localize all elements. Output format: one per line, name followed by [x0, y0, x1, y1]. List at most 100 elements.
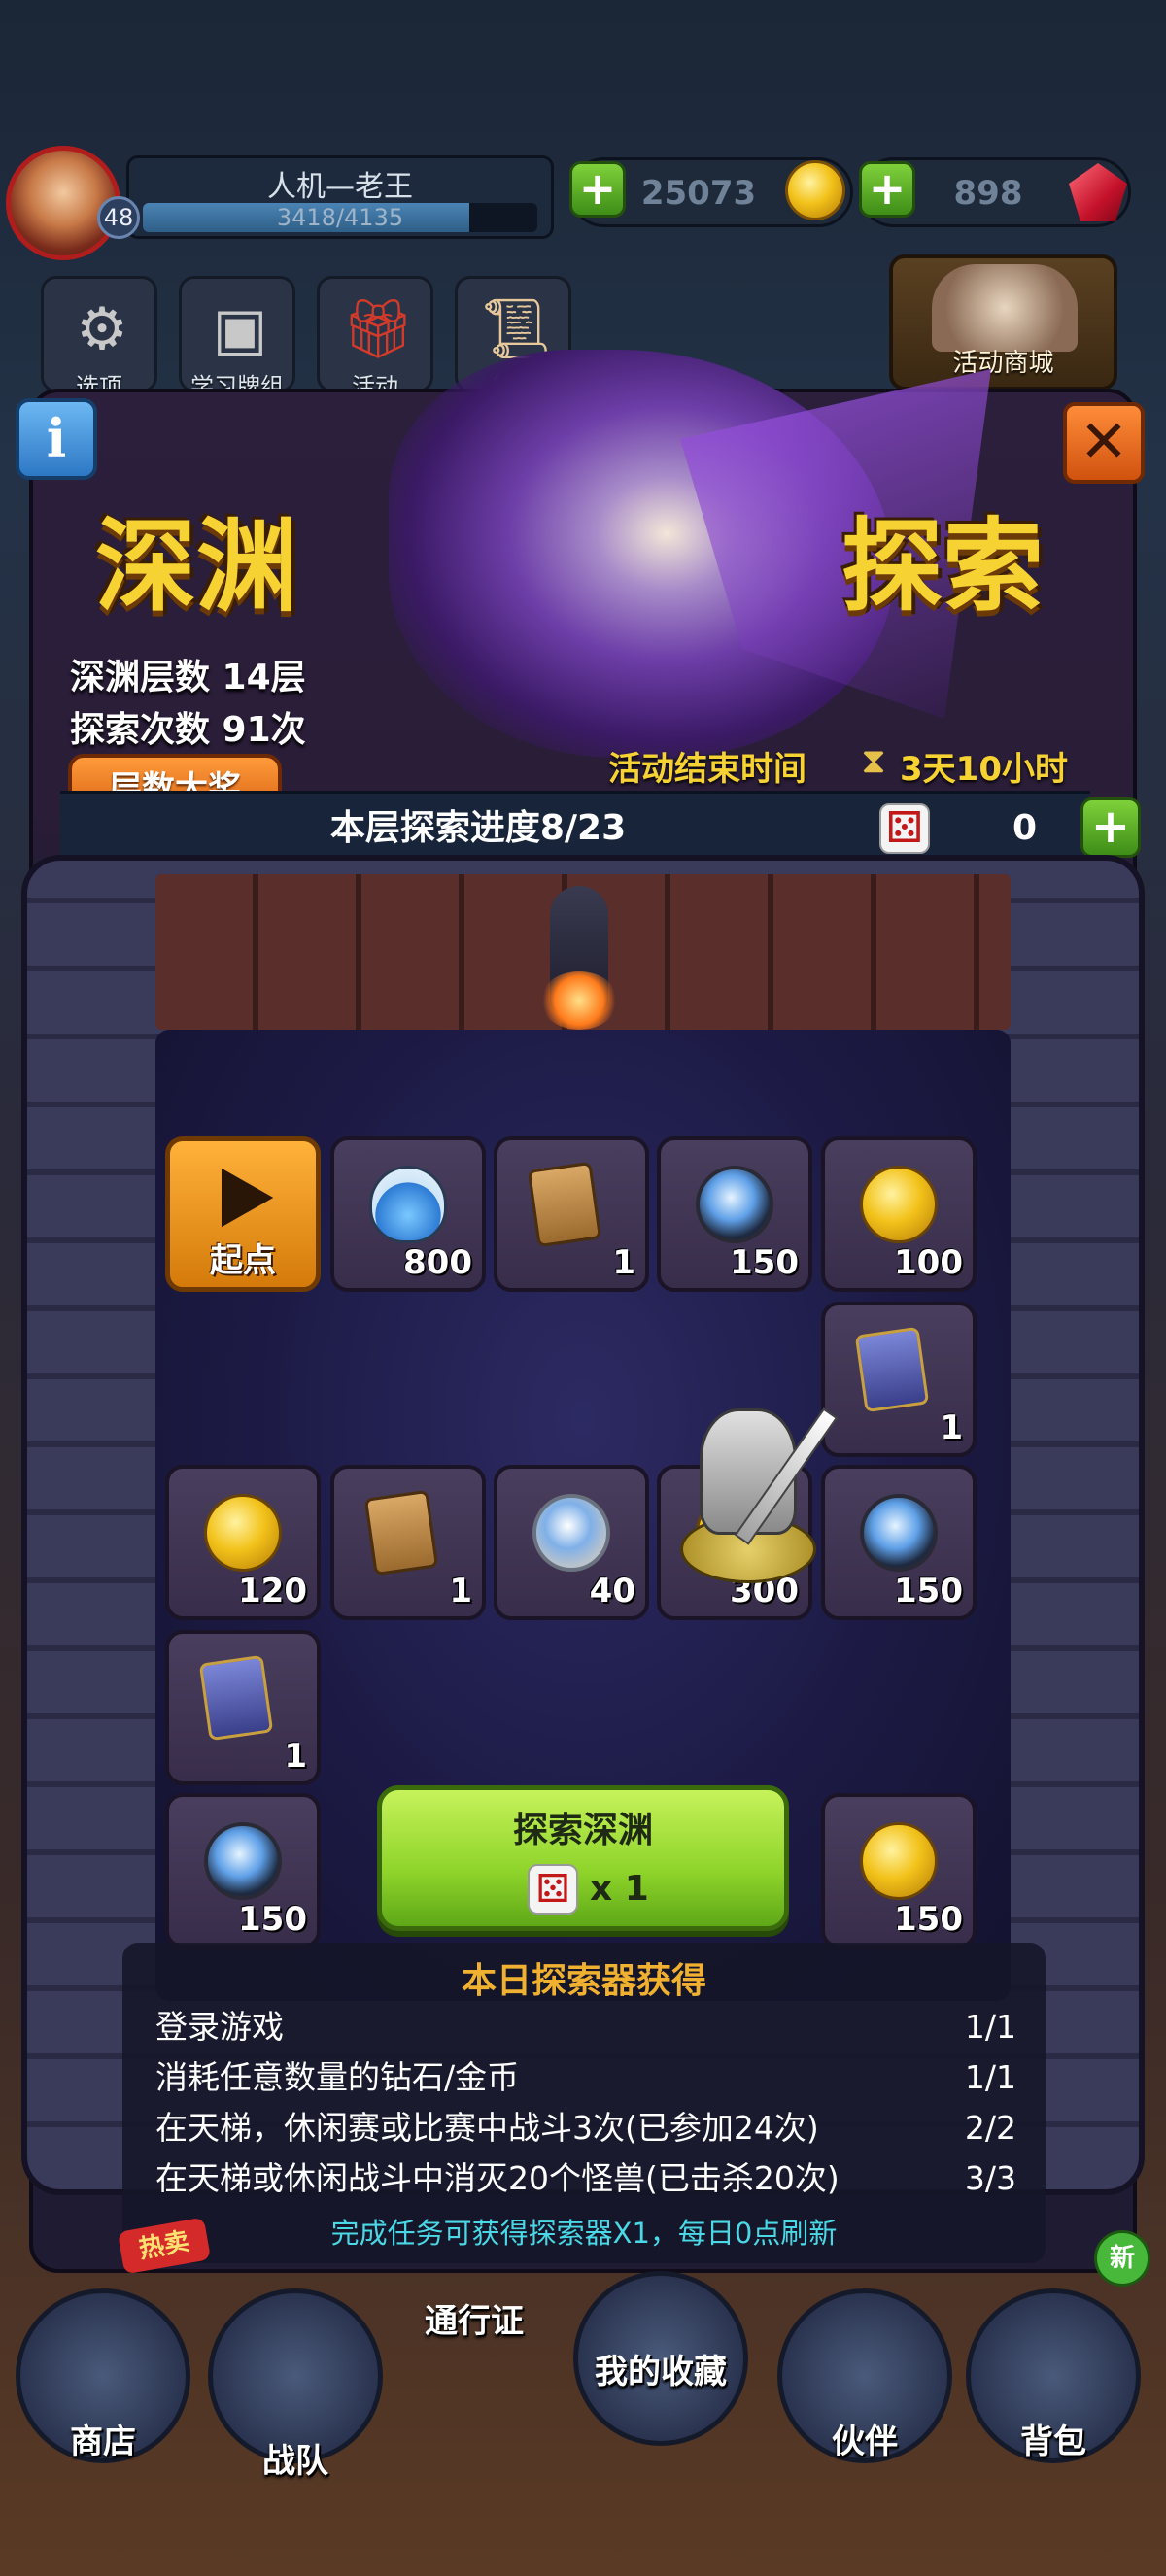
- floor-progress-bar: 本层探索进度8/23 ⚄ 0 +: [60, 791, 1141, 864]
- nav-backpack[interactable]: 背包: [956, 2269, 1150, 2463]
- board-tile: 150: [657, 1136, 812, 1292]
- task-row: 在天梯或休闲战斗中消灭20个怪兽(已击杀20次) 3/3: [155, 2154, 1016, 2203]
- nav-battle-pass[interactable]: 通行证: [377, 2234, 571, 2428]
- event-title-right: 探索: [841, 506, 1045, 626]
- dice-icon: ⚄: [528, 1864, 578, 1915]
- xp-text: 3418/4135: [276, 204, 404, 231]
- dice-count: 0: [1012, 808, 1038, 848]
- tile-quantity: 1: [612, 1243, 635, 1282]
- add-gold-button[interactable]: +: [569, 161, 626, 218]
- task-count: 2/2: [964, 2109, 1016, 2147]
- nav-battle-pass-label: 通行证: [425, 2302, 524, 2341]
- task-row: 在天梯，休闲赛或比赛中战斗3次(已参加24次) 2/2: [155, 2104, 1016, 2152]
- task-text: 在天梯，休闲赛或比赛中战斗3次(已参加24次): [155, 2109, 819, 2147]
- gem-value: 898: [953, 174, 1023, 213]
- explore-abyss-label: 探索深渊: [512, 1811, 653, 1850]
- card-pack-icon: [363, 1489, 439, 1576]
- board-tile: 1: [821, 1302, 977, 1457]
- nav-shop-label: 商店: [70, 2423, 136, 2461]
- tile-quantity: 1: [940, 1408, 963, 1447]
- hourglass-icon: ⧗: [861, 741, 886, 781]
- options-button[interactable]: ⚙ 选项: [41, 276, 157, 400]
- explore-abyss-button[interactable]: 探索深渊 ⚄ x 1: [377, 1785, 789, 1931]
- info-button[interactable]: i: [16, 398, 97, 480]
- board-tile: 120: [165, 1465, 321, 1620]
- gold-coin-icon: [860, 1166, 938, 1243]
- play-icon: [221, 1168, 274, 1228]
- gold-value: 25073: [640, 174, 757, 213]
- task-count: 3/3: [964, 2159, 1016, 2197]
- gear-icon: ⚙: [76, 295, 128, 363]
- event-title-left: 深渊: [95, 506, 298, 626]
- floor-count: 深渊层数 14层: [70, 658, 306, 697]
- events-button[interactable]: 🎁︎ 活动: [317, 276, 433, 400]
- torch-flame: [540, 971, 618, 1030]
- daily-tasks-footer: 完成任务可获得探索器X1，每日0点刷新: [330, 2217, 838, 2250]
- player-name: 人机—老王: [267, 170, 413, 204]
- add-gem-button[interactable]: +: [859, 161, 915, 218]
- event-end-value: 3天10小时: [900, 750, 1068, 789]
- task-count: 1/1: [964, 2008, 1016, 2046]
- tile-quantity: 1: [449, 1572, 472, 1610]
- nav-shop[interactable]: 商店: [6, 2269, 200, 2463]
- dice-icon: ⚄: [879, 803, 930, 854]
- floor-progress-text: 本层探索进度8/23: [329, 808, 627, 848]
- potion-icon: [369, 1166, 447, 1243]
- nav-partner[interactable]: 伙伴: [768, 2269, 962, 2463]
- blue-card-pack-icon: [854, 1326, 930, 1413]
- gold-coin-icon: [785, 160, 845, 220]
- task-text: 消耗任意数量的钻石/金币: [155, 2058, 520, 2096]
- dark-orb-icon: [204, 1822, 282, 1900]
- explore-cost: x 1: [590, 1869, 649, 1909]
- board-tile: 1: [494, 1136, 649, 1292]
- tv-icon: ▣: [212, 295, 268, 363]
- add-dice-button[interactable]: +: [1080, 797, 1141, 858]
- start-label: 起点: [210, 1241, 276, 1280]
- blue-card-pack-icon: [198, 1654, 274, 1742]
- silver-orb-icon: [532, 1494, 610, 1572]
- close-button[interactable]: ✕: [1063, 402, 1145, 484]
- board-tile: 1: [330, 1465, 486, 1620]
- new-badge: 新: [1094, 2230, 1150, 2287]
- nav-collection[interactable]: 我的收藏: [564, 2252, 758, 2446]
- tile-quantity: 150: [894, 1900, 963, 1939]
- board-tile: 100: [821, 1136, 977, 1292]
- task-count: 1/1: [964, 2058, 1016, 2096]
- board-tile: 1: [165, 1630, 321, 1785]
- event-shop-button[interactable]: 活动商城: [889, 254, 1117, 390]
- gold-coin-icon: [860, 1822, 938, 1900]
- dark-orb-icon: [696, 1166, 773, 1243]
- player-info-panel[interactable]: 人机—老王 3418/4135: [126, 155, 554, 239]
- nav-backpack-label: 背包: [1020, 2423, 1086, 2461]
- board-tile: 800: [330, 1136, 486, 1292]
- tile-quantity: 120: [238, 1572, 307, 1610]
- nav-collection-label: 我的收藏: [595, 2353, 727, 2391]
- event-end-label: 活动结束时间: [608, 750, 806, 789]
- task-row: 登录游戏 1/1: [155, 2003, 1016, 2051]
- shopkeeper-portrait: [932, 264, 1078, 352]
- nav-team[interactable]: 战队: [198, 2269, 393, 2481]
- nav-team-label: 战队: [262, 2442, 328, 2481]
- study-deck-button[interactable]: ▣ 学习牌组: [179, 276, 295, 400]
- board-tile: 150: [821, 1793, 977, 1949]
- board-tile: 40: [494, 1465, 649, 1620]
- tile-quantity: 40: [589, 1572, 635, 1610]
- tile-quantity: 150: [894, 1572, 963, 1610]
- task-row: 消耗任意数量的钻石/金币 1/1: [155, 2053, 1016, 2102]
- tile-quantity: 800: [403, 1243, 472, 1282]
- nav-partner-label: 伙伴: [832, 2423, 898, 2461]
- tile-quantity: 150: [238, 1900, 307, 1939]
- knight-piece: [661, 1399, 839, 1593]
- tile-quantity: 100: [894, 1243, 963, 1282]
- tile-quantity: 150: [730, 1243, 799, 1282]
- event-shop-label: 活动商城: [952, 349, 1054, 378]
- gift-icon: 🎁︎: [341, 295, 416, 363]
- board-tile: 150: [821, 1465, 977, 1620]
- tile-quantity: 1: [284, 1737, 307, 1776]
- daily-tasks-panel: 本日探索器获得 登录游戏 1/1 消耗任意数量的钻石/金币 1/1 在天梯，休闲…: [122, 1943, 1046, 2263]
- level-badge: 48: [97, 196, 140, 239]
- task-text: 登录游戏: [155, 2008, 284, 2046]
- gold-coin-icon: [204, 1494, 282, 1572]
- explore-count: 探索次数 91次: [70, 710, 306, 750]
- card-pack-icon: [527, 1161, 602, 1248]
